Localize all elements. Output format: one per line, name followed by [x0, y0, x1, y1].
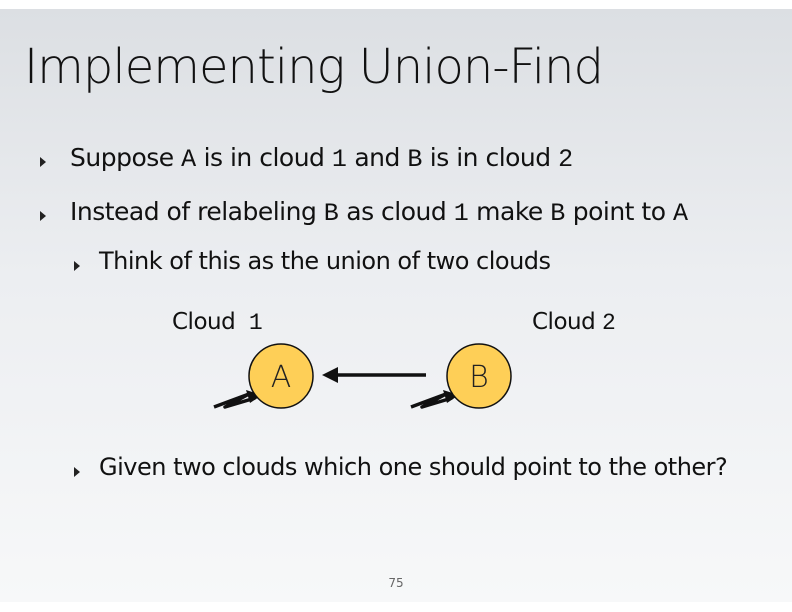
sub-bullet-arrow-icon	[74, 467, 80, 477]
slide: Implementing Union-Find Suppose A is in …	[0, 9, 792, 602]
b-to-a-arrowhead	[322, 367, 338, 383]
node-b-label: B	[469, 360, 489, 395]
union-diagram: A B	[213, 343, 512, 409]
node-a-label: A	[271, 360, 292, 395]
page-number: 75	[388, 576, 404, 590]
sub-bullet-2: Given two clouds which one should point …	[99, 453, 728, 481]
